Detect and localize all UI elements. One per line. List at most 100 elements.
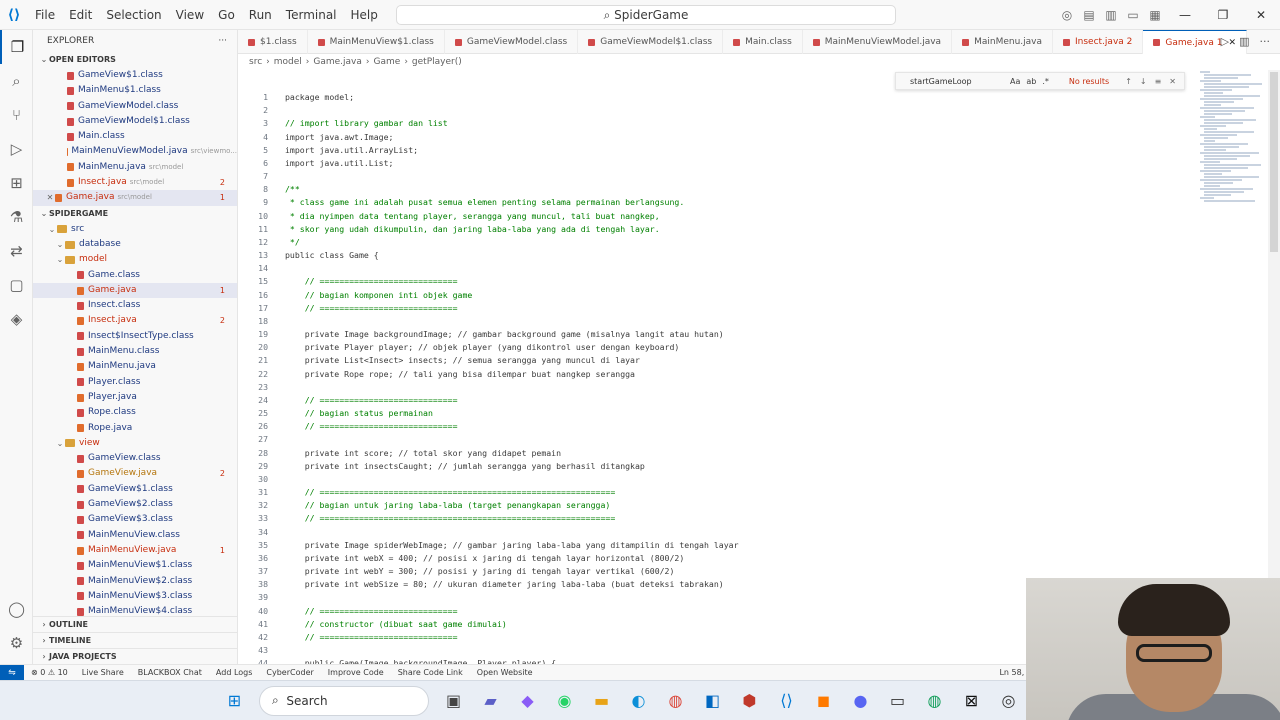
code-line[interactable]: 4 import java.awt.Image; — [238, 131, 393, 144]
find-in-selection-icon[interactable]: ≡ — [1155, 77, 1162, 86]
tree-item[interactable]: GameView.java 2 — [33, 466, 237, 481]
account-icon[interactable]: ◯ — [0, 592, 33, 626]
tree-item[interactable]: ⌄ view — [33, 436, 237, 451]
editor-tab[interactable]: MainMenuView$1.class — [308, 30, 445, 54]
status-item[interactable]: Open Website — [470, 668, 540, 677]
open-editor-item[interactable]: ✕ Game.java src\model 1 — [33, 190, 237, 206]
editor-tab[interactable]: Main.class — [723, 30, 803, 54]
code-line[interactable]: 29 private int insectsCaught; // jumlah … — [238, 460, 645, 473]
open-editor-item[interactable]: MainMenu$1.class — [33, 83, 237, 98]
tree-item[interactable]: MainMenuView$1.class — [33, 558, 237, 573]
editor-tab[interactable]: GameViewModel$1.class — [578, 30, 724, 54]
scroll-thumb[interactable] — [1270, 72, 1278, 252]
code-line[interactable]: 2 — [238, 104, 285, 117]
menu-go[interactable]: Go — [211, 0, 242, 30]
menu-view[interactable]: View — [169, 0, 211, 30]
code-line[interactable]: 18 — [238, 315, 285, 328]
regex-icon[interactable]: .* — [1042, 77, 1049, 86]
tree-item[interactable]: MainMenuView.class — [33, 528, 237, 543]
code-line[interactable]: 28 private int score; // total skor yang… — [238, 447, 561, 460]
copilot-app-icon[interactable]: ◆ — [510, 685, 546, 717]
run-icon[interactable]: ▷ — [1221, 30, 1229, 54]
tree-item[interactable]: Insect$InsectType.class — [33, 329, 237, 344]
status-item[interactable]: Improve Code — [321, 668, 391, 677]
remote-icon[interactable]: ⇄ — [0, 234, 33, 268]
code-line[interactable]: 37 private int webY = 300; // posisi y j… — [238, 565, 674, 578]
open-editor-item[interactable]: GameViewModel$1.class — [33, 114, 237, 129]
open-editor-item[interactable]: Insect.java src\model 2 — [33, 175, 237, 190]
section-timeline[interactable]: › TIMELINE — [33, 632, 237, 648]
open-editor-item[interactable]: MainMenuViewModel.java src\viewmo... — [33, 144, 237, 159]
split-editor-icon[interactable]: ▥ — [1239, 30, 1249, 54]
find-input[interactable]: startGameLoop — [910, 77, 1010, 86]
code-line[interactable]: 35 private Image spiderWebImage; // gamb… — [238, 539, 738, 552]
code-line[interactable]: 34 — [238, 526, 285, 539]
menu-terminal[interactable]: Terminal — [279, 0, 344, 30]
code-line[interactable]: 26 // ============================ — [238, 420, 457, 433]
code-line[interactable]: 1 package model; — [238, 91, 354, 104]
breadcrumb-item[interactable]: Game — [374, 54, 401, 70]
breadcrumb-item[interactable]: model — [274, 54, 302, 70]
code-line[interactable]: 38 private int webSize = 80; // ukuran d… — [238, 578, 724, 591]
code-editor[interactable]: 1 package model; 2 3// import library gamba… — [238, 70, 1198, 664]
code-line[interactable]: 6 import java.util.List; — [238, 157, 393, 170]
testing-icon[interactable]: ⚗ — [0, 200, 33, 234]
layout-icon[interactable]: ▤ — [1078, 8, 1100, 22]
manage-gear-icon[interactable]: ⚙ — [0, 626, 33, 660]
tree-item[interactable]: GameView$1.class — [33, 482, 237, 497]
chrome-2-icon[interactable]: ◍ — [917, 685, 953, 717]
code-line[interactable]: 36 private int webX = 400; // posisi x j… — [238, 552, 684, 565]
next-match-icon[interactable]: ↓ — [1140, 77, 1147, 86]
code-line[interactable]: 14 — [238, 262, 285, 275]
code-line[interactable]: 9 * class game ini adalah pusat semua el… — [238, 196, 684, 209]
section-outline[interactable]: › OUTLINE — [33, 616, 237, 632]
teams-icon[interactable]: ▰ — [473, 685, 509, 717]
tree-item[interactable]: GameView.class — [33, 451, 237, 466]
run-debug-icon[interactable]: ▷ — [0, 132, 33, 166]
more-actions-icon[interactable]: ··· — [218, 30, 227, 52]
source-control-icon[interactable]: ⑂ — [0, 98, 33, 132]
breadcrumb-item[interactable]: getPlayer() — [412, 54, 462, 70]
code-line[interactable]: 25 // bagian status permainan — [238, 407, 433, 420]
menu-run[interactable]: Run — [242, 0, 279, 30]
open-editors-section[interactable]: ⌄ OPEN EDITORS — [33, 52, 237, 68]
code-line[interactable]: 10 * dia nyimpen data tentang player, se… — [238, 210, 660, 223]
edge-icon[interactable]: ◐ — [621, 685, 657, 717]
code-line[interactable]: 43 — [238, 644, 285, 657]
close-icon[interactable]: ✕ — [45, 190, 55, 205]
tree-item[interactable]: GameView$2.class — [33, 497, 237, 512]
tree-item[interactable]: Rope.java — [33, 421, 237, 436]
whole-word-icon[interactable]: ab — [1026, 77, 1036, 86]
code-line[interactable]: 31 // ==================================… — [238, 486, 615, 499]
code-line[interactable]: 40 // ============================ — [238, 605, 457, 618]
tree-item[interactable]: MainMenu.class — [33, 344, 237, 359]
code-line[interactable]: 33 // ==================================… — [238, 512, 615, 525]
recorder-icon[interactable]: ⬢ — [732, 685, 768, 717]
breadcrumb-item[interactable]: src — [249, 54, 262, 70]
explorer-icon[interactable]: ❐ — [0, 30, 33, 64]
tree-item[interactable]: ⌄ model — [33, 252, 237, 267]
sublime-icon[interactable]: ◼ — [806, 685, 842, 717]
code-line[interactable]: 19 private Image backgroundImage; // gam… — [238, 328, 724, 341]
section-java-projects[interactable]: › JAVA PROJECTS — [33, 648, 237, 664]
code-line[interactable]: 13 public class Game { — [238, 249, 379, 262]
more-icon[interactable]: ··· — [1260, 30, 1271, 54]
code-line[interactable]: 27 — [238, 433, 285, 446]
code-line[interactable]: 30 — [238, 473, 285, 486]
tree-item[interactable]: Insect.java 2 — [33, 313, 237, 328]
tree-item[interactable]: GameView$3.class — [33, 512, 237, 527]
code-line[interactable]: 20 private Player player; // objek playe… — [238, 341, 679, 354]
tree-item[interactable]: MainMenu.java — [33, 359, 237, 374]
match-case-icon[interactable]: Aa — [1010, 77, 1020, 86]
code-line[interactable]: 15 // ============================ — [238, 275, 457, 288]
editor-tab[interactable]: MainMenuViewModel.java — [803, 30, 953, 54]
code-line[interactable]: 3 // import library gambar dan list — [238, 117, 448, 130]
copilot-icon[interactable]: ◎ — [1056, 8, 1078, 22]
breadcrumb-item[interactable]: Game.java — [313, 54, 362, 70]
tree-item[interactable]: Game.class — [33, 268, 237, 283]
minimize-button[interactable]: — — [1166, 8, 1204, 22]
code-line[interactable]: 42 // ============================ — [238, 631, 457, 644]
status-item[interactable]: CyberCoder — [259, 668, 320, 677]
code-line[interactable]: 11 * skor yang udah dikumpulin, dan jari… — [238, 223, 660, 236]
discord-icon[interactable]: ● — [843, 685, 879, 717]
